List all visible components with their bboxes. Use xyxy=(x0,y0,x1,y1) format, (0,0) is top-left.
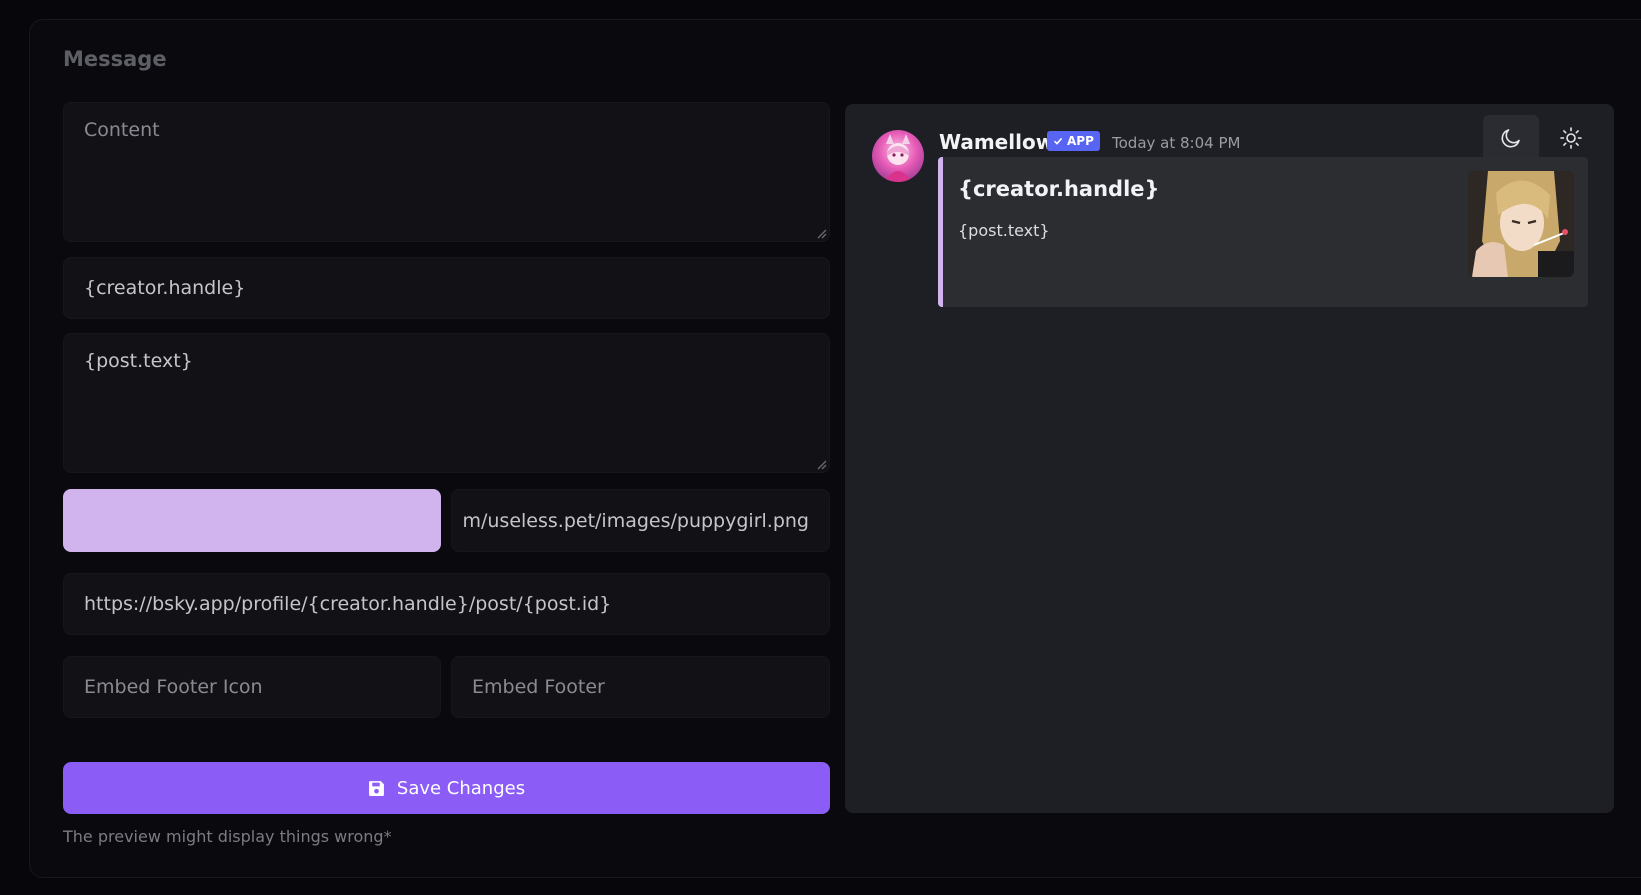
embed-thumbnail xyxy=(1468,171,1574,277)
floppy-disk-icon xyxy=(368,780,384,796)
embed-description-value: {post.text} xyxy=(84,350,193,372)
avatar xyxy=(872,130,924,182)
sun-icon xyxy=(1560,127,1582,149)
embed-url-input[interactable]: https://bsky.app/profile/{creator.handle… xyxy=(63,573,830,635)
footer-text-placeholder: Embed Footer xyxy=(472,676,605,698)
embed-color-picker[interactable] xyxy=(63,489,441,552)
app-badge-label: APP xyxy=(1067,134,1094,148)
save-button-label: Save Changes xyxy=(396,777,526,799)
resize-handle-icon[interactable] xyxy=(815,227,827,239)
embed-description-textarea[interactable]: {post.text} xyxy=(63,333,830,473)
message-preview: Wamellow APP Today at 8:04 PM {creator.h… xyxy=(845,104,1614,813)
footer-icon-placeholder: Embed Footer Icon xyxy=(84,676,263,698)
footer-icon-input[interactable]: Embed Footer Icon xyxy=(63,656,441,718)
embed-title-input[interactable]: {creator.handle} xyxy=(63,257,830,319)
content-placeholder: Content xyxy=(84,119,160,141)
light-mode-toggle[interactable] xyxy=(1543,115,1599,161)
embed-url-value: https://bsky.app/profile/{creator.handle… xyxy=(84,593,612,615)
app-badge: APP xyxy=(1047,131,1100,151)
moon-icon xyxy=(1501,129,1520,148)
embed-title-value: {creator.handle} xyxy=(84,277,246,299)
preview-disclaimer: The preview might display things wrong* xyxy=(63,827,392,846)
bot-username: Wamellow xyxy=(939,130,1055,154)
message-timestamp: Today at 8:04 PM xyxy=(1112,134,1241,152)
section-title: Message xyxy=(63,47,167,71)
message-card: Message Content {creator.handle} {post.t… xyxy=(29,19,1641,878)
dark-mode-toggle[interactable] xyxy=(1483,115,1539,161)
check-icon xyxy=(1053,137,1063,145)
embed-preview-description: {post.text} xyxy=(958,221,1050,240)
thumbnail-illustration xyxy=(1468,171,1574,277)
thumbnail-url-input[interactable]: m/useless.pet/images/puppygirl.png xyxy=(451,489,830,552)
thumbnail-url-value: m/useless.pet/images/puppygirl.png xyxy=(462,509,809,532)
save-changes-button[interactable]: Save Changes xyxy=(63,762,830,814)
embed-preview-title: {creator.handle} xyxy=(958,177,1160,201)
content-textarea[interactable]: Content xyxy=(63,102,830,242)
avatar-illustration xyxy=(884,134,912,182)
resize-handle-icon[interactable] xyxy=(815,458,827,470)
embed-preview: {creator.handle} {post.text} xyxy=(938,157,1588,307)
footer-text-input[interactable]: Embed Footer xyxy=(451,656,830,718)
